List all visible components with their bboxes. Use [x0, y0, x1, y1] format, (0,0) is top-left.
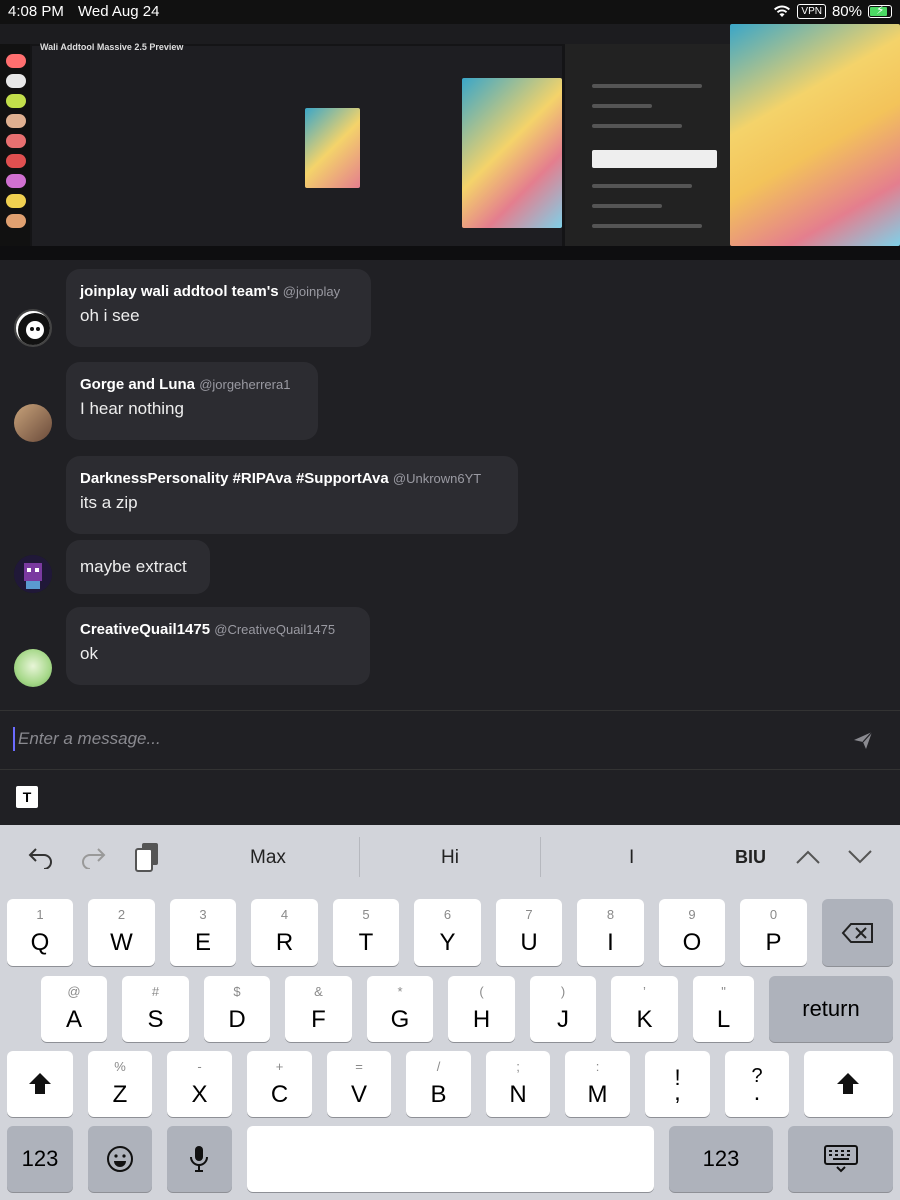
delete-key[interactable] [822, 899, 893, 966]
avatar-icon [18, 313, 50, 345]
key-c[interactable]: + C [247, 1051, 312, 1117]
battery-icon: ⚡ [868, 3, 892, 18]
redo-icon[interactable] [80, 845, 106, 869]
bold-italic-underline-button[interactable]: BIU [735, 847, 766, 868]
message-bubble: CreativeQuail1475 @CreativeQuail1475 ok [66, 607, 370, 685]
return-key[interactable]: return [769, 976, 893, 1042]
wifi-icon [774, 5, 791, 17]
shift-icon [837, 1073, 859, 1094]
status-date: Wed Aug 24 [78, 3, 160, 20]
key-r[interactable]: 4R [251, 899, 318, 966]
message-handle: @jorgeherrera1 [199, 377, 291, 392]
numbers-key-left[interactable]: 123 [7, 1126, 73, 1192]
shared-screenshot-image[interactable]: Wali Addtool Massive 2.5 Preview [0, 24, 900, 260]
key-k[interactable]: ’ K [611, 976, 678, 1042]
message-handle: @Unkrown6YT [392, 471, 482, 486]
message-text: maybe extract [80, 557, 187, 576]
emoji-key[interactable] [88, 1126, 152, 1192]
text-caret [13, 727, 15, 751]
status-bar: 4:08 PM Wed Aug 24 VPN 80% ⚡ [0, 0, 900, 24]
suggestion-word[interactable]: Max [250, 847, 286, 869]
message-text: I hear nothing [80, 399, 184, 418]
message-text: ok [80, 644, 98, 663]
chevron-up-icon[interactable] [795, 849, 821, 865]
battery-percent: 80% [831, 3, 862, 20]
status-time: 4:08 PM [8, 3, 64, 20]
send-icon[interactable] [852, 729, 874, 751]
on-screen-keyboard: Max Hi I BIU 1Q 2W 3E 4R 5T 6Y 7U 8I 9O … [0, 825, 900, 1200]
key-o[interactable]: 9O [659, 899, 725, 966]
message-bubble: Gorge and Luna @jorgeherrera1 I hear not… [66, 362, 318, 440]
suggestion-word[interactable]: Hi [441, 847, 459, 869]
emoji-icon [107, 1146, 133, 1172]
avatar[interactable] [14, 555, 52, 593]
suggestion-word[interactable]: I [629, 847, 634, 869]
clipboard-icon[interactable] [134, 841, 160, 873]
message-bubble: DarknessPersonality #RIPAva #SupportAva … [66, 456, 518, 534]
screenshot-title: Wali Addtool Massive 2.5 Preview [40, 42, 184, 52]
message-username[interactable]: joinplay wali addtool team's [80, 283, 279, 300]
key-q[interactable]: 1Q [7, 899, 73, 966]
key-g[interactable]: * G [367, 976, 433, 1042]
key-p[interactable]: 0P [740, 899, 807, 966]
shift-key-right[interactable] [804, 1051, 893, 1117]
message-text: its a zip [80, 493, 138, 512]
avatar[interactable] [14, 309, 52, 347]
key-y[interactable]: 6Y [414, 899, 481, 966]
key-x[interactable]: -X [167, 1051, 232, 1117]
message-handle: @joinplay [282, 284, 341, 299]
key-v[interactable]: = V [327, 1051, 391, 1117]
key-i[interactable]: 8I [577, 899, 644, 966]
chevron-down-icon[interactable] [847, 849, 873, 865]
dictation-key[interactable] [167, 1126, 232, 1192]
message-text: oh i see [80, 306, 140, 325]
numbers-key-right[interactable]: 123 [669, 1126, 773, 1192]
key-h[interactable]: (H [448, 976, 515, 1042]
key-b[interactable]: / B [406, 1051, 471, 1117]
keyboard-hide-icon [824, 1145, 858, 1173]
avatar-icon [14, 555, 52, 593]
message-input[interactable] [18, 725, 818, 753]
key-m[interactable]: :M [565, 1051, 630, 1117]
backspace-icon [841, 923, 873, 943]
message-composer [0, 710, 900, 770]
keyboard-suggestion-bar: Max Hi I BIU [0, 825, 900, 889]
message-bubble: joinplay wali addtool team's @joinplay o… [66, 269, 371, 347]
key-e[interactable]: 3E [170, 899, 236, 966]
key-t[interactable]: 5T [333, 899, 399, 966]
key-d[interactable]: $ D [204, 976, 270, 1042]
key-z[interactable]: % Z [88, 1051, 152, 1117]
shift-key-left[interactable] [7, 1051, 73, 1117]
key-period[interactable]: ?. [725, 1051, 789, 1117]
avatar[interactable] [14, 404, 52, 442]
key-w[interactable]: 2W [88, 899, 155, 966]
message-bubble: maybe extract [66, 540, 210, 594]
key-s[interactable]: # S [122, 976, 189, 1042]
key-comma[interactable]: !, [645, 1051, 710, 1117]
key-n[interactable]: ; N [486, 1051, 550, 1117]
hide-keyboard-key[interactable] [788, 1126, 893, 1192]
key-f[interactable]: & F [285, 976, 352, 1042]
shift-icon [29, 1073, 51, 1094]
key-a[interactable]: @ A [41, 976, 107, 1042]
message-username[interactable]: CreativeQuail1475 [80, 621, 210, 638]
space-key[interactable] [247, 1126, 654, 1192]
key-u[interactable]: 7U [496, 899, 562, 966]
avatar[interactable] [14, 649, 52, 687]
key-j[interactable]: ) J [530, 976, 596, 1042]
message-username[interactable]: DarknessPersonality #RIPAva #SupportAva [80, 470, 389, 487]
message-username[interactable]: Gorge and Luna [80, 376, 195, 393]
message-handle: @CreativeQuail1475 [214, 622, 336, 637]
vpn-badge: VPN [797, 4, 826, 19]
microphone-icon [190, 1146, 208, 1172]
undo-icon[interactable] [28, 845, 54, 869]
key-l[interactable]: " L [693, 976, 754, 1042]
text-format-icon[interactable]: T [16, 786, 38, 808]
composer-toolbar: T [0, 770, 900, 825]
